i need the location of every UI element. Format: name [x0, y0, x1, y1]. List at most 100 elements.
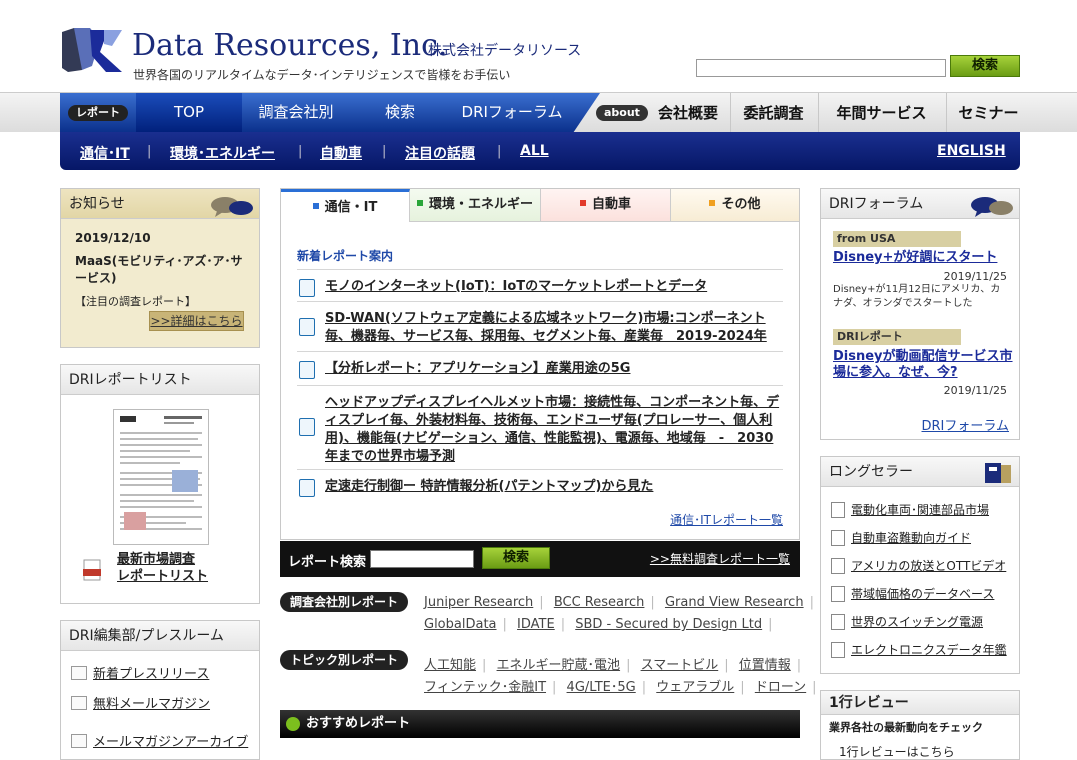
telecom-report-list-link[interactable]: 通信･ITレポート一覧 — [670, 511, 783, 528]
tab-energy[interactable]: 環境・エネルギー — [410, 189, 541, 222]
document-icon — [831, 614, 845, 630]
subnav-telecom-it[interactable]: 通信･IT — [80, 143, 130, 163]
forum-article-link[interactable]: Disneyが動画配信サービス市場に参入。なぜ、今? — [833, 349, 1013, 381]
company-link[interactable]: Juniper Research — [424, 595, 533, 610]
tab-automotive[interactable]: 自動車 — [541, 189, 671, 222]
dri-forum-link[interactable]: DRIフォーラム — [922, 415, 1010, 434]
tagline: 世界各国のリアルタイムなデータ･インテリジェンスで皆様をお手伝い — [133, 68, 511, 82]
nav-annual-service[interactable]: 年間サービス — [818, 93, 944, 133]
tab-energy-label: 環境・エネルギー — [428, 197, 533, 212]
report-search-input[interactable] — [370, 550, 474, 568]
subnav-all[interactable]: ALL — [520, 143, 549, 159]
nav-tab-top[interactable]: TOP — [136, 93, 242, 133]
news-date: 2019/12/10 — [75, 231, 151, 245]
long-seller-link[interactable]: エレクトロニクスデータ年鑑 — [831, 641, 1007, 658]
forum-date: 2019/11/25 — [943, 270, 1007, 283]
long-seller-link[interactable]: 帯域幅価格のデータベース — [831, 585, 994, 602]
blue-square-icon — [312, 203, 319, 209]
nav-tab-search[interactable]: 検索 — [350, 93, 450, 133]
newsletter-archive-link[interactable]: メールマガジンアーカイブ — [71, 731, 248, 750]
nav-company-profile[interactable]: 会社概要 — [648, 93, 728, 133]
report-doc-icon — [299, 418, 315, 436]
report-link[interactable]: 定速走行制御ー 特許情報分析(パテントマップ)から見た — [325, 478, 781, 496]
dri-report-list-box: DRIレポートリスト 最新市場調査 レポートリスト — [60, 364, 260, 604]
forum-tag: DRIレポート — [833, 329, 961, 345]
company-link[interactable]: SBD - Secured by Design Ltd — [575, 617, 762, 632]
tab-telecom-it-label: 通信・IT — [324, 200, 378, 215]
company-link[interactable]: BCC Research — [554, 595, 645, 610]
topic-link[interactable]: ウェアラブル — [656, 680, 734, 695]
forum-article-link[interactable]: Disney+が好調にスタート — [833, 250, 1013, 266]
brand-name-japanese: 株式会社データリソース — [428, 43, 582, 59]
topic-link[interactable]: フィンテック･金融IT — [424, 680, 546, 695]
new-reports-heading: 新着レポート案内 — [297, 249, 394, 263]
speech-bubble-icon — [971, 197, 1013, 217]
subnav-energy[interactable]: 環境･エネルギー — [170, 143, 275, 163]
latest-report-list-link[interactable]: 最新市場調査 レポートリスト — [117, 551, 208, 585]
tab-other[interactable]: その他 — [671, 189, 799, 222]
topic-link[interactable]: 4G/LTE･5G — [567, 680, 636, 695]
report-search-button[interactable]: 検索 — [482, 547, 550, 569]
long-seller-link[interactable]: 自動車盗難動向ガイド — [831, 529, 971, 546]
report-link[interactable]: ヘッドアップディスプレイヘルメット市場：接続性毎、コンポーネント毎、ディスプレイ… — [325, 394, 781, 466]
topic-link[interactable]: ドローン — [755, 680, 806, 695]
topic-links-row1: 人工知能 | エネルギー貯蔵･電池 | スマートビル | 位置情報 | — [424, 658, 802, 673]
speech-bubble-icon — [211, 197, 253, 217]
orange-square-icon — [709, 200, 716, 206]
topic-link[interactable]: 人工知能 — [424, 658, 476, 673]
free-report-list-link[interactable]: >>無料調査レポート一覧 — [650, 550, 790, 567]
newsletter-link[interactable]: 無料メールマガジン — [71, 693, 210, 712]
report-pill: レポート — [68, 105, 128, 121]
main-nav: レポート TOP 調査会社別 検索 DRIフォーラム about 会社概要 委託… — [0, 92, 1077, 133]
topic-link[interactable]: エネルギー貯蔵･電池 — [497, 658, 621, 673]
press-room-title: DRI編集部/プレスルーム — [61, 621, 259, 651]
mail-icon — [71, 696, 87, 710]
topic-link[interactable]: スマートビル — [641, 658, 719, 673]
tab-telecom-it[interactable]: 通信・IT — [281, 189, 410, 222]
report-link[interactable]: SD-WAN(ソフトウェア定義による広域ネットワーク)市場:コンポーネント毎、機… — [325, 310, 781, 346]
news-headline[interactable]: MaaS(モビリティ･アズ･ア･サービス) — [75, 253, 253, 287]
company-link[interactable]: IDATE — [517, 617, 555, 632]
dri-report-list-title: DRIレポートリスト — [61, 365, 259, 395]
long-seller-link[interactable]: アメリカの放送とOTTビデオ — [831, 557, 1006, 574]
report-link[interactable]: モノのインターネット(IoT)：IoTのマーケットレポートとデータ — [325, 278, 781, 296]
news-more-button[interactable]: >>詳細はこちら — [149, 311, 244, 331]
one-line-review-link[interactable]: 1行レビューはこちら — [839, 743, 955, 760]
subnav-english[interactable]: ENGLISH — [937, 143, 1006, 159]
newsletter-archive-label: メールマガジンアーカイブ — [93, 735, 249, 750]
nav-seminar[interactable]: セミナー — [946, 93, 1030, 133]
green-square-icon — [416, 200, 423, 206]
company-link[interactable]: Grand View Research — [665, 595, 804, 610]
dri-logo-icon[interactable] — [60, 26, 124, 74]
press-release-link[interactable]: 新着プレスリリース — [71, 663, 209, 682]
long-seller-label: 世界のスイッチング電源 — [851, 615, 984, 629]
subnav-separator: | — [298, 144, 303, 159]
report-doc-icon — [299, 318, 315, 336]
brand-name: Data Resources, Inc. — [132, 28, 448, 63]
report-link[interactable]: 【分析レポート：アプリケーション】産業用途の5G — [325, 360, 781, 378]
subnav-hot-topics[interactable]: 注目の話題 — [405, 143, 475, 163]
forum-tag: from USA — [833, 231, 961, 247]
report-list-thumbnail[interactable] — [113, 409, 209, 545]
recommended-reports-header: おすすめレポート — [280, 710, 800, 738]
report-item: SD-WAN(ソフトウェア定義による広域ネットワーク)市場:コンポーネント毎、機… — [297, 301, 783, 347]
company-link[interactable]: GlobalData — [424, 617, 497, 632]
subnav-separator: | — [382, 144, 387, 159]
nav-commissioned-research[interactable]: 委託調査 — [730, 93, 816, 133]
document-icon — [831, 530, 845, 546]
document-icon — [71, 734, 87, 748]
long-seller-link[interactable]: 世界のスイッチング電源 — [831, 613, 983, 630]
long-seller-label: アメリカの放送とOTTビデオ — [851, 559, 1007, 573]
category-tabs: 通信・IT 環境・エネルギー 自動車 その他 — [281, 189, 799, 222]
category-subnav: 通信･IT | 環境･エネルギー | 自動車 | 注目の話題 | ALL ENG… — [60, 132, 1020, 170]
site-search-input[interactable] — [696, 59, 946, 77]
long-seller-link[interactable]: 電動化車両･関連部品市場 — [831, 501, 989, 518]
recommended-reports-title: おすすめレポート — [306, 716, 411, 731]
nav-tab-by-company[interactable]: 調査会社別 — [244, 93, 348, 133]
topic-link[interactable]: 位置情報 — [739, 658, 791, 673]
nav-tab-dri-forum[interactable]: DRIフォーラム — [450, 93, 574, 133]
subnav-automotive[interactable]: 自動車 — [320, 143, 362, 163]
report-search-label: レポート検索 — [288, 555, 367, 570]
site-search-button[interactable]: 検索 — [950, 55, 1020, 77]
about-pill: about — [596, 105, 648, 121]
